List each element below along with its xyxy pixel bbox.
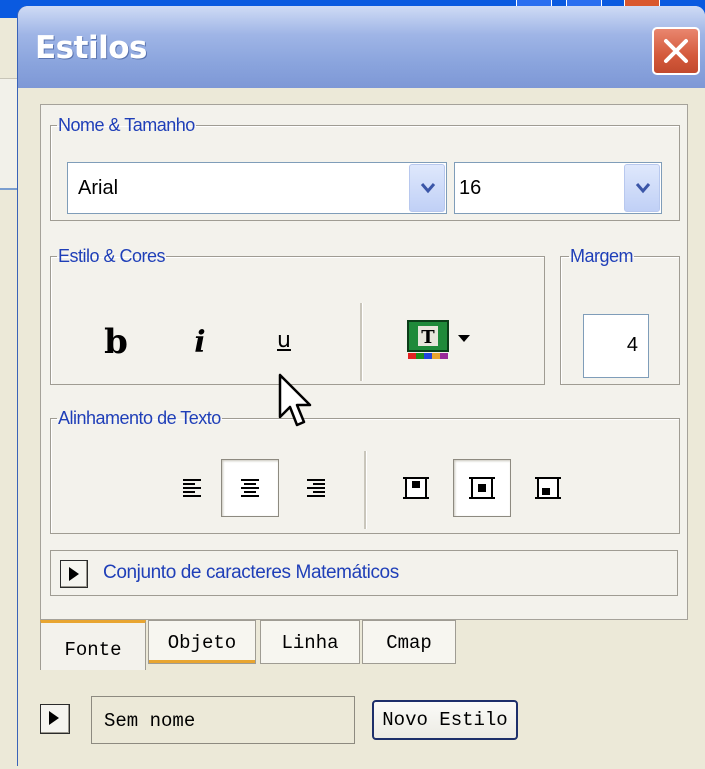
style-list-expand-button[interactable]: [40, 704, 70, 734]
text-color-icon: T: [407, 320, 470, 359]
chevron-down-icon: [635, 183, 651, 194]
bold-icon: b: [104, 322, 128, 362]
alignment-divider: [364, 451, 367, 529]
close-icon: [664, 39, 688, 63]
styles-panel: Nome & Tamanho Arial 16 Estilo & Cores b: [40, 104, 688, 620]
align-center-button[interactable]: [221, 459, 279, 517]
window-title: Estilos: [35, 30, 147, 66]
chevron-down-icon: [420, 183, 436, 194]
close-button[interactable]: [652, 27, 700, 75]
bold-button[interactable]: b: [93, 319, 139, 365]
underline-icon: u: [277, 327, 291, 353]
valign-middle-icon: [469, 477, 495, 499]
tab-linha[interactable]: Linha: [260, 620, 360, 664]
italic-button[interactable]: i: [177, 319, 223, 365]
align-left-icon: [183, 479, 201, 497]
font-size-value: 16: [459, 177, 482, 199]
style-colors-legend: Estilo & Cores: [58, 246, 166, 266]
style-name-field[interactable]: Sem nome: [91, 696, 355, 744]
align-center-icon: [241, 479, 259, 497]
style-colors-group: Estilo & Cores b i u T: [50, 246, 545, 385]
name-size-group: Nome & Tamanho Arial 16: [50, 115, 680, 221]
margin-group: Margem 4: [560, 246, 680, 385]
font-family-select[interactable]: Arial: [67, 162, 447, 214]
svg-text:T: T: [421, 327, 435, 348]
tab-cmap[interactable]: Cmap: [362, 620, 456, 664]
valign-top-icon: [403, 477, 429, 499]
text-color-button[interactable]: T: [403, 317, 483, 363]
margin-input[interactable]: 4: [583, 314, 649, 378]
new-style-button[interactable]: Novo Estilo: [372, 700, 518, 740]
align-right-icon: [307, 479, 325, 497]
valign-bottom-button[interactable]: [519, 459, 577, 517]
mouse-cursor-icon: [278, 373, 312, 427]
style-divider: [360, 303, 363, 381]
title-bar[interactable]: Estilos: [18, 6, 705, 88]
text-alignment-group: Alinhamento de Texto: [50, 408, 680, 534]
play-triangle-icon: [69, 567, 79, 581]
name-size-legend: Nome & Tamanho: [58, 115, 195, 135]
valign-bottom-icon: [535, 477, 561, 499]
underline-button[interactable]: u: [261, 317, 307, 363]
margin-legend: Margem: [570, 246, 634, 266]
align-left-button[interactable]: [163, 459, 221, 517]
math-charset-expand-button[interactable]: [60, 560, 88, 588]
font-size-dropdown-button[interactable]: [624, 164, 660, 212]
valign-top-button[interactable]: [387, 459, 445, 517]
font-size-select[interactable]: 16: [454, 162, 662, 214]
play-triangle-icon: [49, 711, 59, 725]
font-family-dropdown-button[interactable]: [409, 164, 445, 212]
tab-fonte[interactable]: Fonte: [40, 620, 146, 670]
align-right-button[interactable]: [287, 459, 345, 517]
text-alignment-legend: Alinhamento de Texto: [58, 408, 221, 428]
font-family-value: Arial: [78, 177, 119, 199]
styles-palette-window: Estilos Nome & Tamanho Arial 16 Estilo &…: [18, 6, 705, 766]
valign-middle-button[interactable]: [453, 459, 511, 517]
italic-icon: i: [194, 324, 206, 360]
math-charset-label: Conjunto de caracteres Matemáticos: [103, 562, 399, 583]
math-charset-section[interactable]: Conjunto de caracteres Matemáticos: [50, 550, 678, 596]
tab-objeto[interactable]: Objeto: [148, 620, 256, 664]
